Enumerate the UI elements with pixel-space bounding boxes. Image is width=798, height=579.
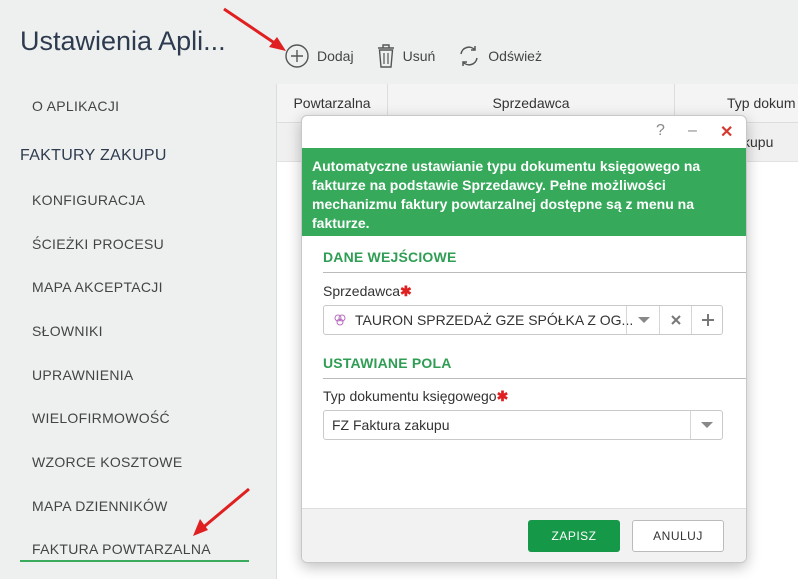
doctype-label: Typ dokumentu księgowego✱ <box>323 388 508 405</box>
plus-circle-icon <box>285 44 309 68</box>
plus-icon <box>701 314 714 326</box>
required-icon: ✱ <box>496 388 509 404</box>
sidebar-item-configuration[interactable]: KONFIGURACJA <box>32 192 145 208</box>
doctype-label-text: Typ dokumentu księgowego <box>323 388 497 404</box>
sidebar-section-title: FAKTURY ZAKUPU <box>20 147 167 164</box>
dialog-titlebar: ? – ✕ <box>302 116 746 148</box>
minimize-icon[interactable]: – <box>688 122 697 140</box>
seller-clear-button[interactable] <box>659 306 692 334</box>
sidebar-item-journal-map[interactable]: MAPA DZIENNIKÓW <box>32 498 168 514</box>
sidebar-item-process-paths[interactable]: ŚCIEŻKI PROCESU <box>32 236 164 252</box>
seller-lookup-field[interactable]: TAURON SPRZEDAŻ GZE SPÓŁKA Z OG... <box>323 305 723 335</box>
clear-icon <box>671 315 681 325</box>
refresh-icon <box>460 46 479 66</box>
sidebar-item-dictionaries[interactable]: SŁOWNIKI <box>32 323 103 339</box>
required-icon: ✱ <box>400 283 412 299</box>
sidebar-item-approval-map[interactable]: MAPA AKCEPTACJI <box>32 279 163 295</box>
seller-label-text: Sprzedawca <box>323 283 401 299</box>
add-button-label: Dodaj <box>317 48 354 64</box>
help-icon[interactable]: ? <box>656 122 665 140</box>
doctype-dropdown-button[interactable] <box>690 411 723 439</box>
company-icon <box>334 314 346 326</box>
info-banner: Automatyczne ustawianie typu dokumentu k… <box>302 148 746 236</box>
sidebar-item-multicompany[interactable]: WIELOFIRMOWOŚĆ <box>32 410 170 426</box>
seller-dropdown-button[interactable] <box>626 306 660 334</box>
sidebar-item-about[interactable]: O APLIKACJI <box>32 98 119 114</box>
cancel-button[interactable]: ANULUJ <box>632 520 724 552</box>
sidebar-item-recurring-invoice[interactable]: FAKTURA POWTARZALNA <box>32 541 211 557</box>
section-divider <box>323 272 746 273</box>
toolbar: Dodaj Usuń Odśwież <box>284 42 564 70</box>
refresh-button[interactable]: Odśwież <box>457 44 542 68</box>
dialog-footer: ZAPISZ ANULUJ <box>302 508 746 562</box>
chevron-down-icon <box>701 422 713 428</box>
sidebar-item-cost-templates[interactable]: WZORCE KOSZTOWE <box>32 454 182 470</box>
row-doctype-cell: kupu <box>743 134 774 150</box>
delete-button[interactable]: Usuń <box>376 42 436 70</box>
save-button[interactable]: ZAPISZ <box>528 520 620 552</box>
close-icon[interactable]: ✕ <box>720 122 733 142</box>
delete-button-label: Usuń <box>402 48 436 64</box>
trash-icon <box>377 44 394 68</box>
section-fields-title: USTAWIANE POLA <box>323 355 452 371</box>
app-title: Ustawienia Apli... <box>20 26 226 56</box>
active-item-underline <box>20 560 249 562</box>
recurring-invoice-dialog: ? – ✕ Automatyczne ustawianie typu dokum… <box>301 115 747 563</box>
add-button[interactable]: Dodaj <box>284 43 354 69</box>
seller-label: Sprzedawca✱ <box>323 283 412 300</box>
section-input-title: DANE WEJŚCIOWE <box>323 249 457 265</box>
chevron-down-icon <box>637 317 650 323</box>
seller-add-button[interactable] <box>691 306 723 334</box>
doctype-value: FZ Faktura zakupu <box>332 417 450 433</box>
section-divider <box>323 378 746 379</box>
doctype-select[interactable]: FZ Faktura zakupu <box>323 410 723 440</box>
seller-value: TAURON SPRZEDAŻ GZE SPÓŁKA Z OG... <box>355 312 634 328</box>
refresh-button-label: Odśwież <box>488 48 542 64</box>
sidebar-item-permissions[interactable]: UPRAWNIENIA <box>32 367 134 383</box>
